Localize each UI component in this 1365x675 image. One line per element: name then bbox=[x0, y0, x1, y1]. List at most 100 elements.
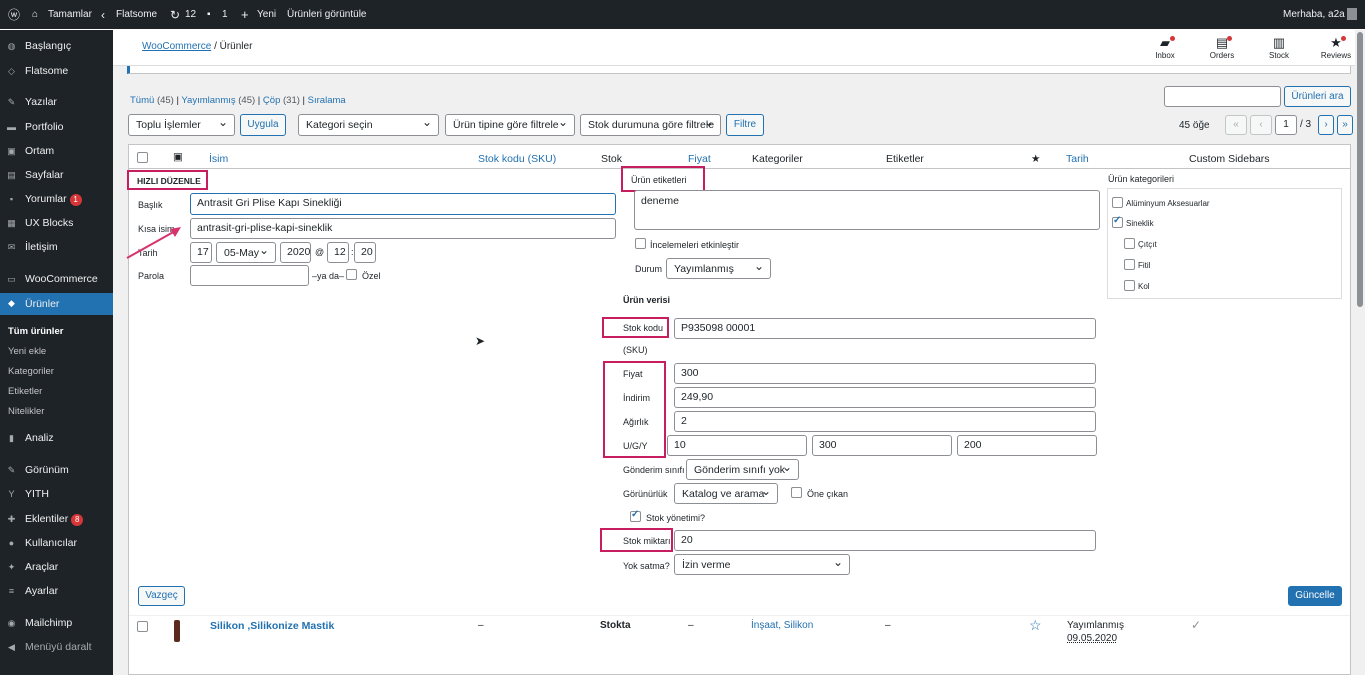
menu-products[interactable]: ◆ Ürünler bbox=[0, 293, 113, 315]
column-name[interactable]: İsim bbox=[209, 153, 228, 165]
width-input[interactable]: 300 bbox=[812, 435, 952, 456]
menu-posts[interactable]: ✎ Yazılar bbox=[0, 92, 113, 112]
category-checkbox[interactable] bbox=[1124, 259, 1135, 270]
slug-input[interactable]: antrasit-gri-plise-kapi-sineklik bbox=[190, 218, 616, 239]
home-icon[interactable]: ⌂ bbox=[32, 0, 38, 30]
menu-mailchimp[interactable]: ◉ Mailchimp bbox=[0, 613, 113, 633]
site-name-link[interactable]: Tamamlar bbox=[48, 0, 92, 30]
comments-count[interactable]: 1 bbox=[222, 0, 228, 30]
menu-plugins[interactable]: ✚ Eklentiler 8 bbox=[0, 509, 113, 529]
view-products-link[interactable]: Ürünleri görüntüle bbox=[287, 0, 367, 30]
menu-yith[interactable]: Y YITH bbox=[0, 484, 113, 504]
category-checkbox[interactable] bbox=[1112, 197, 1123, 208]
sku-input[interactable]: P935098 00001 bbox=[674, 318, 1096, 339]
filter-button[interactable]: Filtre bbox=[726, 114, 764, 136]
manage-stock-checkbox[interactable] bbox=[630, 509, 641, 522]
category-checkbox[interactable] bbox=[1112, 215, 1123, 228]
status-select[interactable]: Yayımlanmış bbox=[666, 256, 771, 279]
reviews-button[interactable]: ★ Reviews bbox=[1316, 34, 1356, 60]
hour-input[interactable]: 12 bbox=[327, 242, 349, 263]
scrollbar[interactable] bbox=[1355, 30, 1365, 675]
submenu-all-products[interactable]: Tüm ürünler bbox=[8, 326, 63, 337]
menu-uxblocks[interactable]: ▦ UX Blocks bbox=[0, 213, 113, 233]
column-date[interactable]: Tarih bbox=[1066, 153, 1089, 165]
bulk-actions-select[interactable]: Toplu İşlemler bbox=[128, 112, 235, 136]
title-input[interactable]: Antrasit Gri Plise Kapı Sinekliği bbox=[190, 193, 616, 215]
sale-price-input[interactable]: 249,90 bbox=[674, 387, 1096, 408]
product-name-link[interactable]: Silikon ,Silikonize Mastik bbox=[210, 620, 334, 632]
visibility-select[interactable]: Katalog ve arama bbox=[674, 481, 778, 504]
submenu-add-new[interactable]: Yeni ekle bbox=[8, 346, 46, 357]
menu-comments[interactable]: ▪ Yorumlar 1 bbox=[0, 189, 113, 209]
stock-button[interactable]: ▥ Stock bbox=[1259, 34, 1299, 60]
apply-button[interactable]: Uygula bbox=[240, 114, 286, 136]
inbox-button[interactable]: ▰ Inbox bbox=[1145, 34, 1185, 60]
last-page-button[interactable]: » bbox=[1337, 115, 1353, 135]
page-input[interactable]: 1 bbox=[1275, 115, 1297, 135]
product-categories-link[interactable]: İnşaat, Silikon bbox=[751, 620, 813, 631]
first-page-button[interactable]: « bbox=[1225, 115, 1247, 135]
update-button[interactable]: Güncelle bbox=[1288, 586, 1342, 606]
category-checkbox[interactable] bbox=[1124, 238, 1135, 249]
updates-count[interactable]: 12 bbox=[185, 0, 196, 30]
menu-contact[interactable]: ✉ İletişim bbox=[0, 237, 113, 257]
menu-analytics[interactable]: ▮ Analiz bbox=[0, 428, 113, 448]
featured-star-icon[interactable]: ☆ bbox=[1029, 617, 1042, 634]
private-checkbox[interactable] bbox=[346, 269, 357, 280]
menu-flatsome[interactable]: ◇ Flatsome bbox=[0, 61, 113, 81]
year-input[interactable]: 2020 bbox=[280, 242, 311, 263]
enable-reviews-checkbox[interactable] bbox=[635, 238, 646, 249]
submenu-categories[interactable]: Kategoriler bbox=[8, 366, 54, 377]
menu-users[interactable]: ● Kullanıcılar bbox=[0, 533, 113, 553]
menu-pages[interactable]: ▤ Sayfalar bbox=[0, 165, 113, 185]
menu-tools[interactable]: ✦ Araçlar bbox=[0, 557, 113, 577]
plus-icon[interactable]: + bbox=[241, 0, 249, 30]
month-select[interactable]: 05-May bbox=[216, 240, 276, 263]
column-price[interactable]: Fiyat bbox=[688, 153, 711, 165]
comments-icon[interactable]: ▪ bbox=[207, 0, 211, 30]
tags-textarea[interactable]: deneme bbox=[634, 190, 1100, 230]
filter-trash[interactable]: Çöp (31) bbox=[263, 95, 300, 106]
menu-dashboard[interactable]: ◍ Başlangıç bbox=[0, 36, 113, 56]
length-input[interactable]: 10 bbox=[667, 435, 807, 456]
next-page-button[interactable]: › bbox=[1318, 115, 1334, 135]
backorders-select[interactable]: İzin verme bbox=[674, 552, 850, 575]
menu-woocommerce[interactable]: ▭ WooCommerce bbox=[0, 269, 113, 289]
select-all-checkbox[interactable] bbox=[137, 152, 148, 163]
submenu-tags[interactable]: Etiketler bbox=[8, 386, 42, 397]
menu-portfolio[interactable]: ▬ Portfolio bbox=[0, 117, 113, 137]
type-filter-select[interactable]: Ürün tipine göre filtrele bbox=[445, 112, 575, 136]
password-input[interactable] bbox=[190, 265, 309, 286]
shipping-class-select[interactable]: Gönderim sınıfı yok bbox=[686, 459, 799, 480]
day-input[interactable]: 17 bbox=[190, 242, 212, 263]
minute-input[interactable]: 20 bbox=[354, 242, 376, 263]
category-select[interactable]: Kategori seçin bbox=[298, 112, 439, 136]
row-checkbox[interactable] bbox=[137, 621, 148, 632]
stock-filter-select[interactable]: Stok durumuna göre filtrele bbox=[580, 114, 721, 136]
menu-collapse[interactable]: ◀ Menüyü daralt bbox=[0, 637, 113, 657]
updates-icon[interactable]: ↻ bbox=[170, 0, 180, 30]
search-input[interactable] bbox=[1164, 86, 1281, 107]
submenu-attributes[interactable]: Nitelikler bbox=[8, 406, 44, 417]
greeting[interactable]: Merhaba, a2a bbox=[1283, 0, 1345, 30]
product-thumbnail[interactable] bbox=[174, 620, 180, 642]
featured-star-icon[interactable]: ★ bbox=[1031, 153, 1040, 165]
category-checkbox[interactable] bbox=[1124, 280, 1135, 291]
filter-all[interactable]: Tümü (45) bbox=[130, 95, 174, 106]
scrollbar-thumb[interactable] bbox=[1357, 32, 1363, 307]
orders-button[interactable]: ▤ Orders bbox=[1202, 34, 1242, 60]
filter-sorting[interactable]: Sıralama bbox=[308, 95, 346, 106]
breadcrumb-woocommerce-link[interactable]: WooCommerce bbox=[142, 41, 211, 52]
menu-appearance[interactable]: ✎ Görünüm bbox=[0, 460, 113, 480]
wordpress-logo-icon[interactable]: ⓦ bbox=[8, 0, 20, 30]
new-link[interactable]: Yeni bbox=[257, 0, 276, 30]
cancel-button[interactable]: Vazgeç bbox=[138, 586, 185, 606]
stock-quantity-input[interactable]: 20 bbox=[674, 530, 1096, 551]
menu-media[interactable]: ▣ Ortam bbox=[0, 141, 113, 161]
search-products-button[interactable]: Ürünleri ara bbox=[1284, 86, 1351, 107]
weight-input[interactable]: 2 bbox=[674, 411, 1096, 432]
featured-checkbox[interactable] bbox=[791, 487, 802, 498]
flatsome-link[interactable]: Flatsome bbox=[116, 0, 157, 30]
prev-page-button[interactable]: ‹ bbox=[1250, 115, 1272, 135]
menu-settings[interactable]: ≡ Ayarlar bbox=[0, 581, 113, 601]
